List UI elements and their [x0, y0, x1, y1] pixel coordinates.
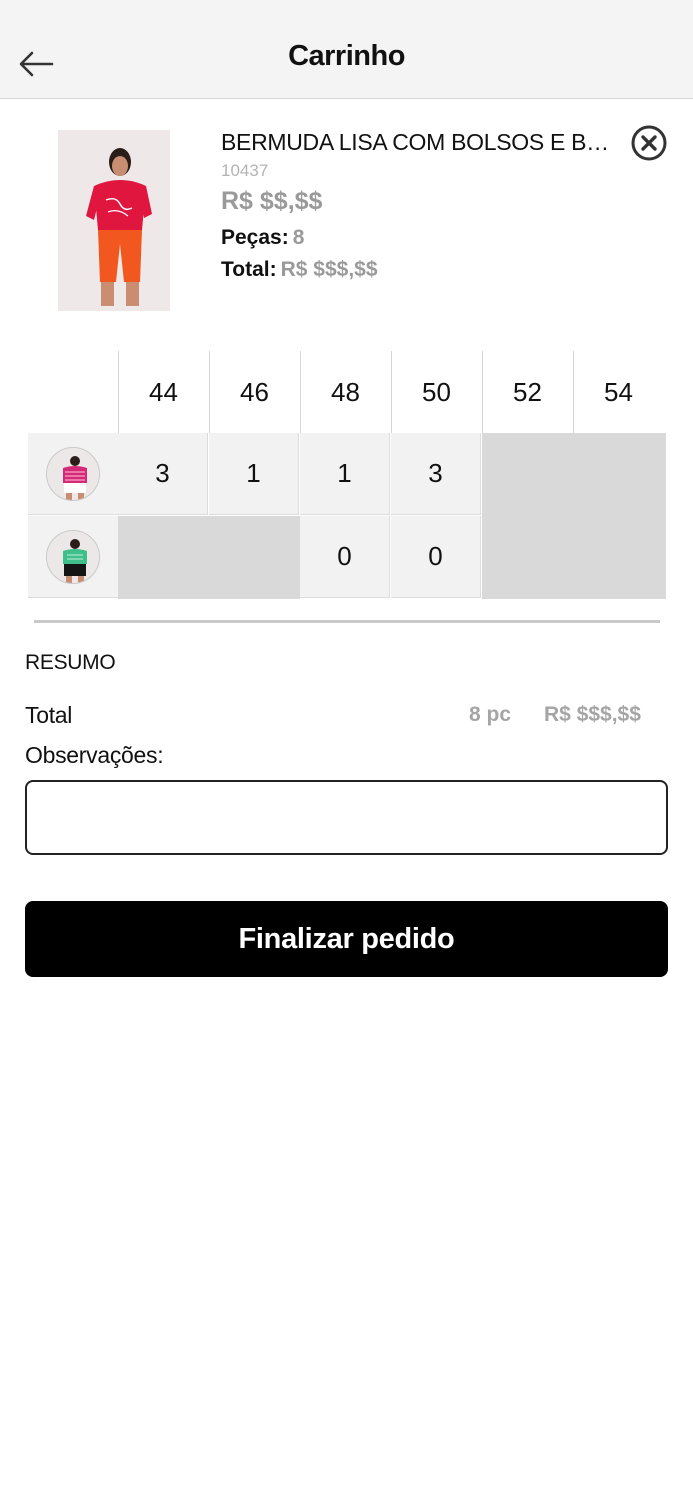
qty-cell[interactable]: 3: [118, 433, 208, 515]
size-header-48: 48: [300, 351, 390, 433]
pieces-label: Peças:: [221, 226, 289, 249]
summary-total-pieces: 8 pc: [469, 703, 512, 726]
product-total: Total: R$ $$$,$$: [221, 258, 378, 282]
product-pieces: Peças: 8: [221, 226, 304, 250]
total-label: Total:: [221, 258, 277, 281]
unavailable-cells: [118, 516, 300, 599]
color-thumbnail: [46, 529, 100, 584]
product-name: BERMUDA LISA COM BOLSOS E BOTÕES: [221, 129, 616, 155]
summary-title: RESUMO: [25, 651, 116, 674]
qty-cell[interactable]: 3: [391, 433, 481, 515]
close-circle-icon: [631, 125, 667, 161]
observations-label: Observações:: [25, 742, 164, 768]
finalize-order-button[interactable]: Finalizar pedido: [25, 901, 668, 977]
qty-cell[interactable]: 1: [300, 433, 390, 515]
section-divider: [34, 620, 660, 623]
size-header-44: 44: [118, 351, 208, 433]
size-header-50: 50: [391, 351, 481, 433]
qty-cell[interactable]: 1: [209, 433, 299, 515]
remove-item-button[interactable]: [629, 123, 669, 163]
app-header: Carrinho: [0, 0, 693, 99]
qty-cell[interactable]: 0: [300, 516, 390, 598]
pieces-value: 8: [292, 226, 305, 249]
color-swatch-row-2[interactable]: [28, 516, 118, 598]
qty-cell[interactable]: 0: [391, 516, 481, 598]
color-swatch-row-1[interactable]: [28, 433, 118, 515]
size-header-52: 52: [482, 351, 572, 433]
product-price: R$ $$,$$: [221, 187, 323, 215]
size-header-46: 46: [209, 351, 299, 433]
observations-input[interactable]: [25, 780, 668, 855]
unavailable-cells: [482, 433, 666, 599]
summary-total-price: R$ $$$,$$: [544, 703, 641, 726]
cart-item: BERMUDA LISA COM BOLSOS E BOTÕES 10437 R…: [0, 99, 693, 339]
summary-total-label: Total: [25, 702, 73, 728]
product-code: 10437: [221, 161, 269, 180]
page-title: Carrinho: [288, 40, 405, 72]
size-header-54: 54: [573, 351, 663, 433]
product-image[interactable]: [58, 130, 170, 311]
color-thumbnail: [46, 446, 100, 501]
total-value: R$ $$$,$$: [280, 258, 378, 281]
